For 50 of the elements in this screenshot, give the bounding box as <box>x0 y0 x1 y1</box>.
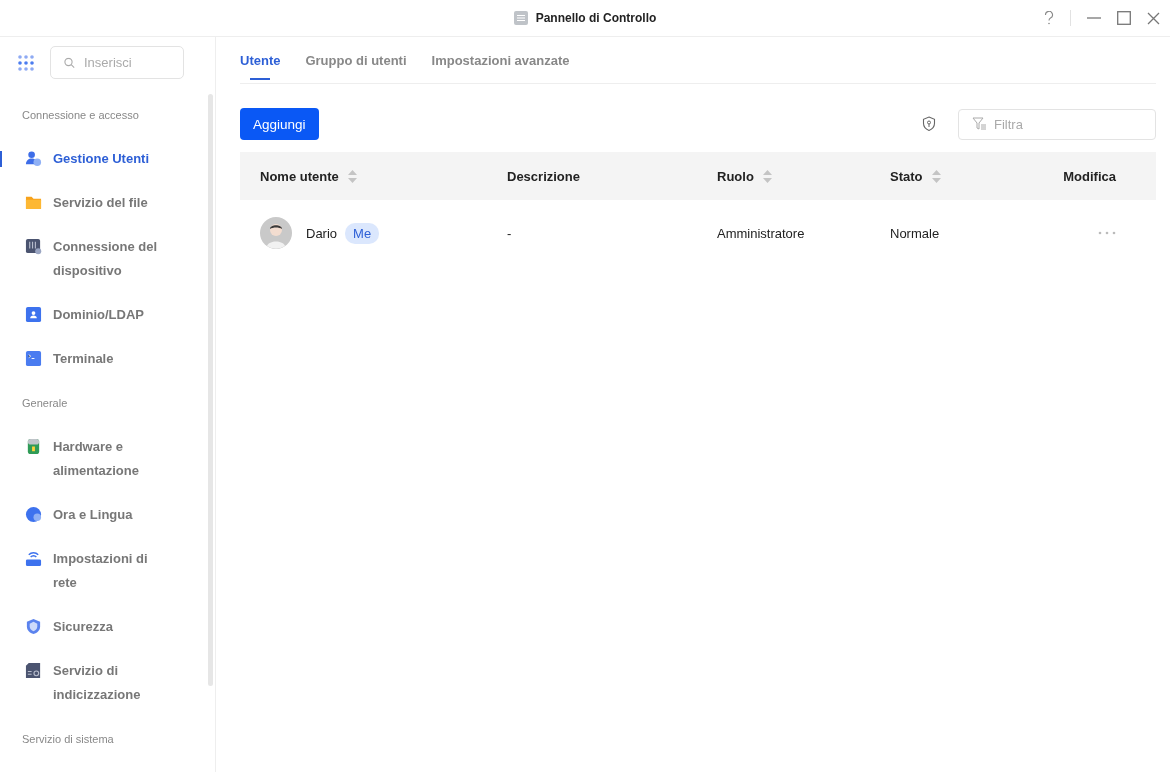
sidebar-item[interactable]: Terminale <box>0 337 215 381</box>
sidebar-item[interactable]: Dominio/LDAP <box>0 293 215 337</box>
control-panel-icon <box>513 11 528 25</box>
sidebar-item[interactable]: Impostazioni di rete <box>0 537 215 605</box>
column-header[interactable]: Nome utente <box>260 168 339 184</box>
folder-icon <box>25 194 42 211</box>
sidebar-item[interactable]: Servizio di indicizzazione <box>0 649 215 717</box>
me-badge: Me <box>345 222 380 244</box>
table-cell: Amministratore <box>717 225 805 241</box>
index-icon <box>25 662 42 679</box>
search-icon <box>64 57 75 68</box>
tab[interactable]: Gruppo di utenti <box>305 40 407 80</box>
user-name: Dario <box>306 225 338 241</box>
section-label: Generale <box>21 396 69 410</box>
sidebar-item[interactable]: Servizio del file <box>0 181 215 225</box>
more-icon[interactable] <box>1098 231 1116 235</box>
help-icon[interactable] <box>1044 11 1054 25</box>
sidebar-item[interactable]: Hardware e alimentazione <box>0 425 215 493</box>
avatar-icon <box>260 217 292 249</box>
table-cell: Normale <box>890 225 940 241</box>
filter-icon <box>972 117 987 131</box>
filter-field[interactable]: Filtra <box>958 108 1156 140</box>
column-header[interactable]: Stato <box>890 168 923 184</box>
users-icon <box>25 150 42 167</box>
shield-icon <box>25 618 42 635</box>
id-card-icon <box>25 306 42 323</box>
section-label: Connessione e accesso <box>21 108 140 122</box>
terminal-icon <box>25 350 42 367</box>
router-icon <box>25 550 42 567</box>
column-header: Descrizione <box>507 168 580 184</box>
table-cell: - <box>507 225 512 241</box>
tab[interactable]: Impostazioni avanzate <box>431 40 570 80</box>
apps-grid-icon[interactable] <box>18 54 34 71</box>
globe-icon <box>25 506 42 523</box>
shield-key-icon[interactable] <box>922 116 936 132</box>
section-label: Servizio di sistema <box>21 732 115 746</box>
sidebar-item[interactable]: Gestione Utenti <box>0 137 215 181</box>
window-title: Pannello di Controllo <box>535 11 657 25</box>
maximize-icon[interactable] <box>1117 11 1131 25</box>
column-header: Modifica <box>1063 168 1116 184</box>
column-header[interactable]: Ruolo <box>717 168 754 184</box>
sidebar-item[interactable]: Sicurezza <box>0 605 215 649</box>
search-field[interactable]: Inserisci <box>50 46 184 79</box>
sidebar-item[interactable]: Ora e Lingua <box>0 493 215 537</box>
add-button[interactable]: Aggiungi <box>240 108 319 140</box>
device-icon <box>25 238 42 255</box>
sidebar-item[interactable]: Connessione del dispositivo <box>0 225 215 293</box>
tab[interactable]: Utente <box>240 40 281 80</box>
battery-icon <box>25 438 42 455</box>
close-icon[interactable] <box>1147 11 1160 25</box>
